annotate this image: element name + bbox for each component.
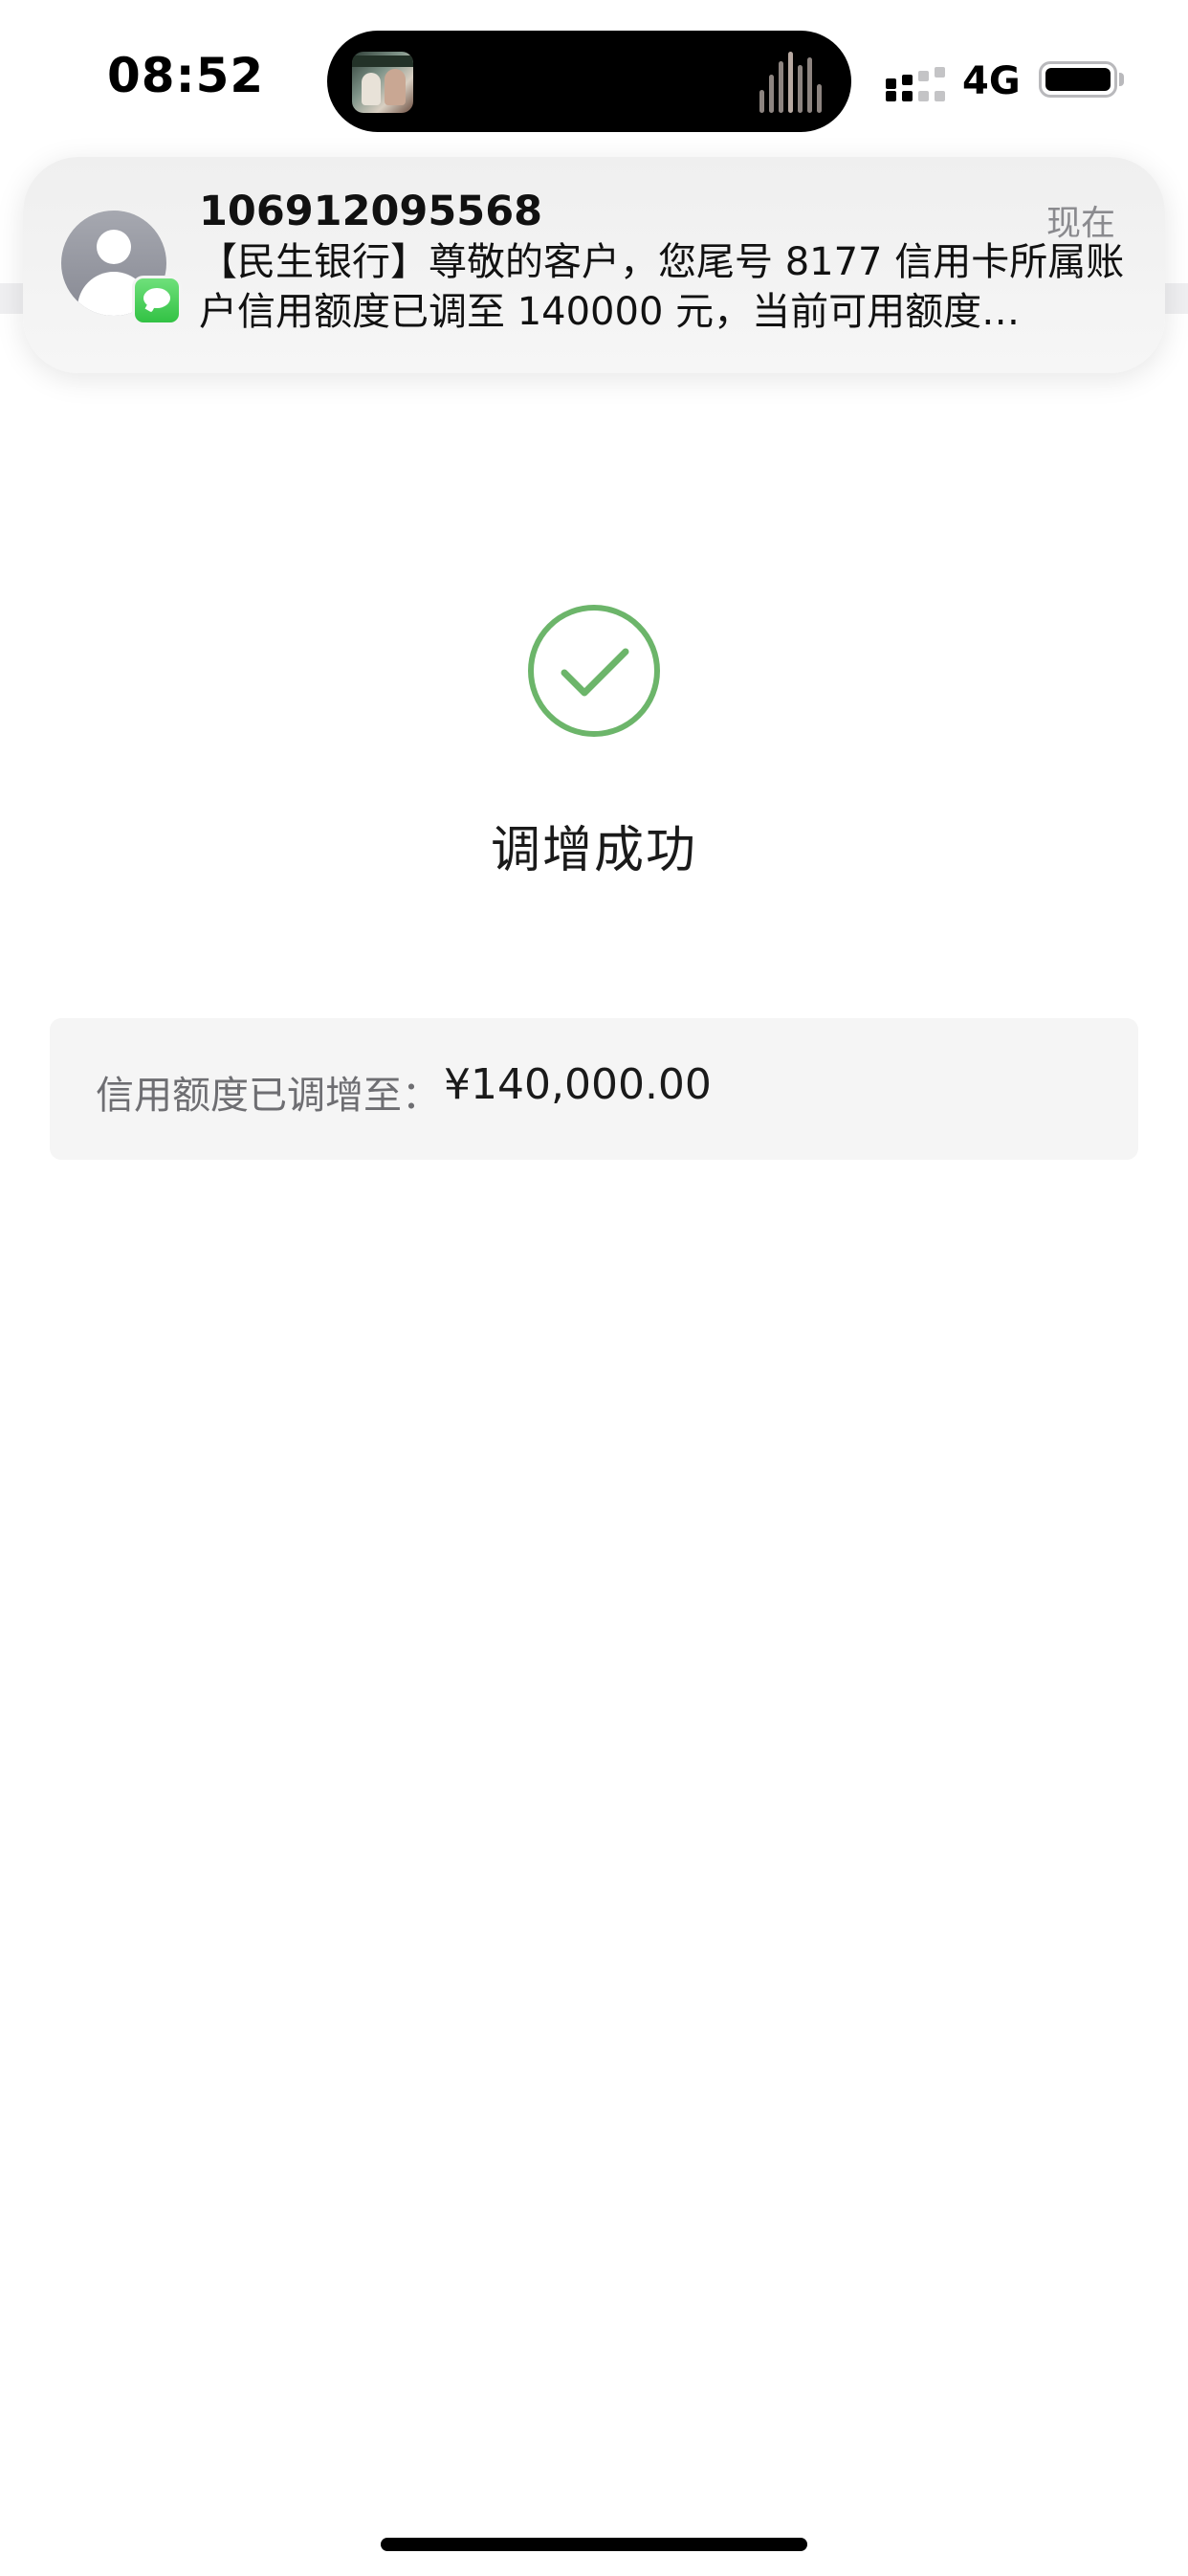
credit-limit-label: 信用额度已调增至： (96, 1074, 440, 1118)
dynamic-island[interactable] (327, 31, 851, 132)
credit-limit-value: ¥140,000.00 (444, 1060, 712, 1109)
status-bar: 08:52 4G (0, 0, 1188, 153)
result-title: 调增成功 (490, 822, 697, 879)
messages-app-icon (132, 276, 182, 325)
home-indicator[interactable] (381, 2538, 807, 2551)
credit-limit-card: 信用额度已调增至： ¥140,000.00 (50, 1018, 1138, 1160)
status-time: 08:52 (107, 48, 265, 103)
success-check-icon (528, 605, 660, 737)
notification-sender: 106912095568 (199, 188, 543, 235)
audio-waveform-icon (759, 52, 826, 113)
sms-notification-banner[interactable]: 106912095568 现在 【民生银行】尊敬的客户，您尾号 8177 信用卡… (23, 157, 1165, 373)
album-art-icon[interactable] (352, 52, 413, 113)
network-type-label: 4G (962, 59, 1021, 103)
cellular-signal-icon (886, 67, 947, 101)
battery-tip (1119, 73, 1124, 86)
battery-icon (1039, 61, 1117, 98)
notification-body: 【民生银行】尊敬的客户，您尾号 8177 信用卡所属账户信用额度已调至 1400… (199, 240, 1125, 334)
